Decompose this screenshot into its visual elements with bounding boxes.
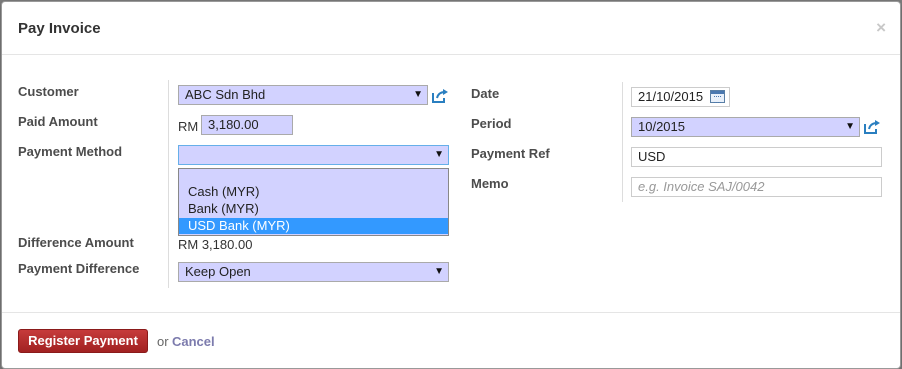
date-input[interactable]: 21/10/2015 bbox=[631, 87, 730, 107]
payment-method-label: Payment Method bbox=[18, 144, 123, 159]
memo-placeholder: e.g. Invoice SAJ/0042 bbox=[638, 179, 765, 194]
cancel-link[interactable]: Cancel bbox=[172, 334, 215, 349]
or-text: or bbox=[157, 334, 169, 349]
customer-select[interactable]: ABC Sdn Bhd ▼ bbox=[178, 85, 428, 105]
period-select[interactable]: 10/2015 ▼ bbox=[631, 117, 860, 137]
payment-method-option[interactable]: Cash (MYR) bbox=[179, 184, 448, 200]
payment-ref-value: USD bbox=[638, 149, 666, 164]
paid-amount-label: Paid Amount bbox=[18, 114, 98, 129]
dialog-title: Pay Invoice bbox=[18, 20, 101, 37]
paid-amount-currency: RM bbox=[178, 119, 199, 134]
dialog-header: Pay Invoice × bbox=[2, 2, 900, 55]
memo-input[interactable]: e.g. Invoice SAJ/0042 bbox=[631, 177, 882, 197]
external-link-icon[interactable] bbox=[863, 119, 881, 135]
date-label: Date bbox=[471, 86, 500, 101]
paid-amount-value: 3,180.00 bbox=[208, 117, 259, 132]
payment-difference-select[interactable]: Keep Open ▼ bbox=[178, 262, 449, 282]
caret-down-icon: ▼ bbox=[434, 266, 444, 277]
calendar-icon[interactable] bbox=[710, 90, 725, 103]
close-icon[interactable]: × bbox=[876, 18, 886, 38]
caret-down-icon: ▼ bbox=[413, 89, 423, 100]
left-column-separator bbox=[168, 80, 169, 288]
memo-label: Memo bbox=[471, 176, 509, 191]
payment-method-dropdown: Cash (MYR) Bank (MYR) USD Bank (MYR) bbox=[178, 168, 449, 236]
customer-value: ABC Sdn Bhd bbox=[185, 87, 266, 102]
payment-method-select[interactable]: ▼ bbox=[178, 145, 449, 165]
payment-difference-value: Keep Open bbox=[185, 264, 251, 279]
customer-label: Customer bbox=[18, 84, 79, 99]
payment-method-option-selected[interactable]: USD Bank (MYR) bbox=[179, 218, 448, 234]
payment-ref-label: Payment Ref bbox=[471, 146, 550, 161]
external-link-icon[interactable] bbox=[431, 88, 449, 104]
date-value: 21/10/2015 bbox=[638, 89, 704, 104]
period-label: Period bbox=[471, 116, 512, 131]
payment-method-option[interactable]: Bank (MYR) bbox=[179, 201, 448, 217]
right-column-separator bbox=[622, 82, 623, 202]
payment-ref-input[interactable]: USD bbox=[631, 147, 882, 167]
period-value: 10/2015 bbox=[638, 119, 685, 134]
caret-down-icon: ▼ bbox=[434, 149, 444, 160]
caret-down-icon: ▼ bbox=[845, 121, 855, 132]
payment-difference-label: Payment Difference bbox=[18, 261, 140, 276]
difference-amount-value: RM 3,180.00 bbox=[178, 237, 253, 252]
difference-amount-label: Difference Amount bbox=[18, 235, 134, 250]
paid-amount-input[interactable]: 3,180.00 bbox=[201, 115, 293, 135]
register-payment-button[interactable]: Register Payment bbox=[18, 329, 148, 353]
footer-divider bbox=[2, 312, 900, 313]
pay-invoice-dialog: Pay Invoice × Customer Paid Amount Payme… bbox=[1, 1, 901, 369]
